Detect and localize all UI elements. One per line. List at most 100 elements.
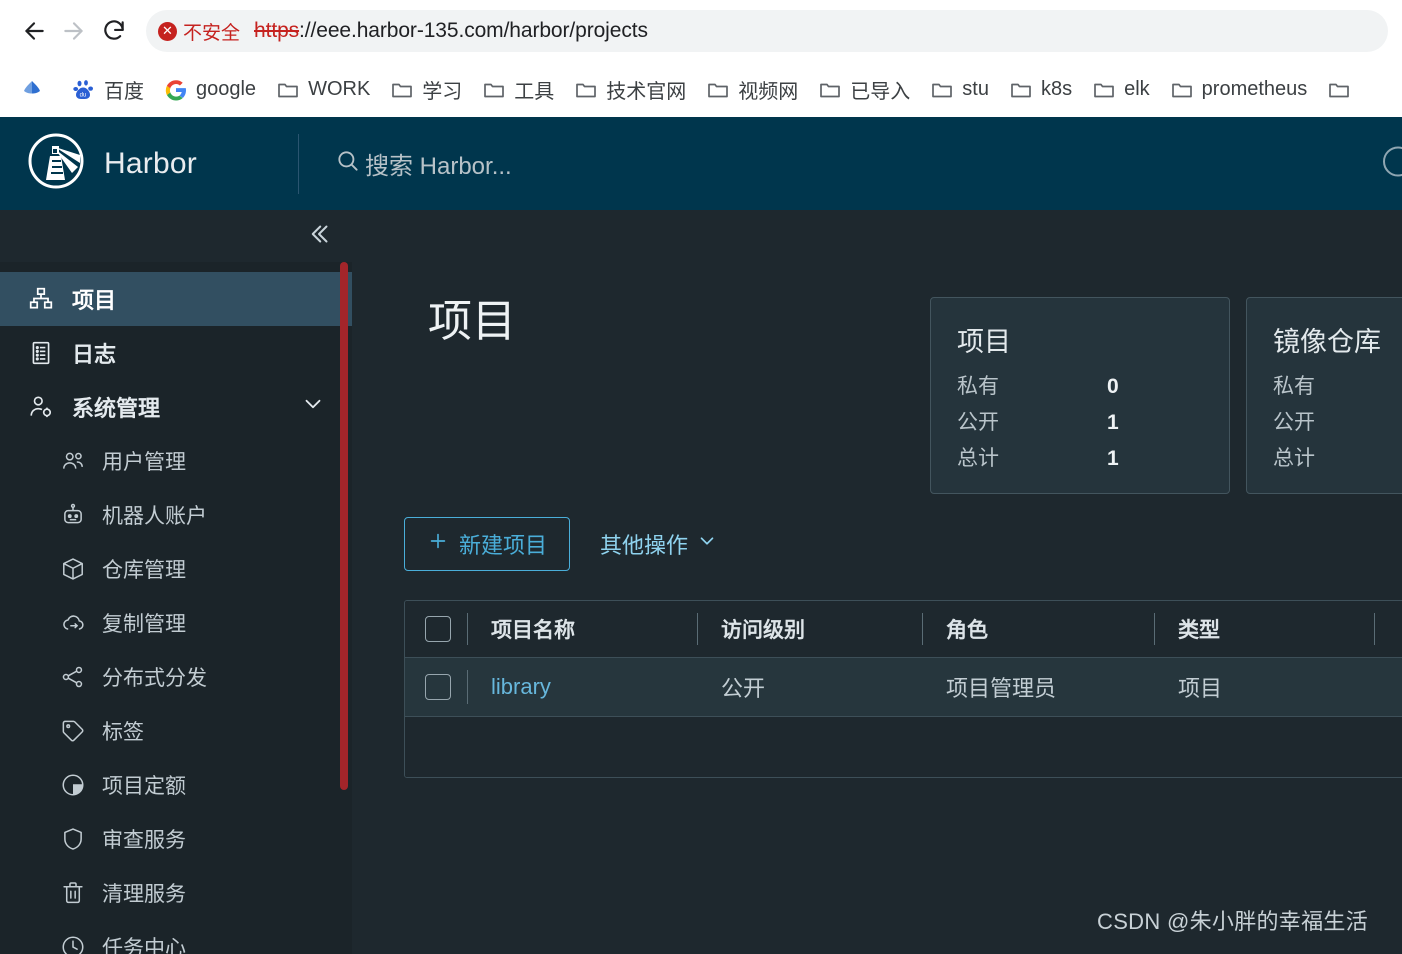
- sidebar-scrollbar[interactable]: [340, 262, 348, 790]
- plus-icon: [427, 530, 449, 558]
- chevron-down-icon: [696, 530, 718, 558]
- bookmark-label: k8s: [1040, 78, 1073, 100]
- sidebar-item-labels[interactable]: 标签: [0, 704, 352, 758]
- sidebar-item-interrogation-services[interactable]: 审查服务: [0, 812, 352, 866]
- bookmark-folder-stu[interactable]: stu: [920, 74, 999, 106]
- card-row: 总计: [1273, 441, 1402, 477]
- other-actions-button[interactable]: 其他操作: [592, 528, 726, 560]
- bookmark-folder-work[interactable]: WORK: [266, 74, 380, 106]
- sidebar-item-label: 项目: [72, 288, 117, 313]
- card-row-value: 0: [1107, 375, 1119, 398]
- folder-icon: [706, 78, 730, 102]
- summary-card-projects: 项目 私有 0 公开 1 总计 1: [930, 297, 1230, 494]
- trash-icon: [60, 880, 86, 906]
- column-header-type[interactable]: 类型: [1154, 601, 1374, 657]
- sidebar-item-garbage-collection[interactable]: 清理服务: [0, 866, 352, 920]
- cell-type: 项目: [1154, 658, 1374, 716]
- select-all-checkbox[interactable]: [425, 616, 451, 642]
- row-select-cell[interactable]: [405, 658, 467, 716]
- app-header: Harbor 搜索 Harbor...: [0, 117, 1402, 210]
- sidebar-item-logs[interactable]: 日志: [0, 326, 352, 380]
- bookmark-folder-elk[interactable]: elk: [1082, 74, 1160, 106]
- cell-project-name[interactable]: library: [467, 658, 697, 716]
- bookmark-label: 视频网: [738, 81, 799, 103]
- sidebar-item-label: 仓库管理: [102, 559, 186, 582]
- folder-icon: [930, 78, 954, 102]
- search-input[interactable]: 搜索 Harbor...: [335, 146, 512, 181]
- card-row: 公开: [1273, 405, 1402, 441]
- folder-icon: [818, 78, 842, 102]
- search-placeholder: 搜索 Harbor...: [365, 153, 512, 180]
- brand-link[interactable]: Harbor: [0, 133, 298, 194]
- header-divider: [298, 133, 299, 194]
- forward-button[interactable]: [54, 11, 94, 51]
- bookmark-baidu[interactable]: du 百度: [62, 71, 154, 108]
- bookmark-google[interactable]: google: [154, 74, 266, 106]
- main-content: 项目 项目 私有 0 公开 1 总计 1 镜像仓库 私有 公开 总计 新建项目 …: [352, 210, 1402, 954]
- chevron-down-icon[interactable]: [300, 391, 326, 423]
- card-row: 公开 1: [957, 405, 1203, 441]
- column-header-name[interactable]: 项目名称: [467, 601, 697, 657]
- sidebar-item-job-service-dashboard[interactable]: 任务中心: [0, 920, 352, 954]
- projects-icon: [28, 286, 54, 312]
- bookmark-folder-video[interactable]: 视频网: [696, 71, 808, 108]
- address-bar[interactable]: ✕ 不安全 https://eee.harbor-135.com/harbor/…: [146, 10, 1388, 52]
- bookmark-folder-k8s[interactable]: k8s: [999, 74, 1082, 106]
- table-header-row: 项目名称 访问级别 角色 类型: [405, 601, 1402, 658]
- sidebar-item-label: 用户管理: [102, 451, 186, 474]
- bookmark-folder-tech-sites[interactable]: 技术官网: [564, 71, 696, 108]
- bookmark-label: 已导入: [850, 81, 911, 103]
- not-secure-icon: ✕: [158, 21, 177, 41]
- site-security-chip[interactable]: ✕ 不安全: [158, 18, 240, 45]
- bookmark-folder-overflow[interactable]: [1317, 74, 1369, 106]
- sidebar-item-label: 任务中心: [102, 937, 186, 954]
- bookmark-folder-imported[interactable]: 已导入: [808, 71, 920, 108]
- baidu-icon: du: [72, 78, 96, 102]
- bookmark-folder-tools[interactable]: 工具: [472, 71, 564, 108]
- reload-button[interactable]: [94, 11, 134, 51]
- clarity-logo-icon: [20, 78, 44, 102]
- double-chevron-left-icon[interactable]: [304, 219, 334, 254]
- sidebar-item-system-admin[interactable]: 系统管理: [0, 380, 352, 434]
- column-header-role[interactable]: 角色: [922, 601, 1154, 657]
- sidebar-item-projects[interactable]: 项目: [0, 272, 352, 326]
- select-all-cell[interactable]: [405, 601, 467, 657]
- brand-title: Harbor: [104, 146, 197, 180]
- bookmark-label: elk: [1124, 78, 1150, 100]
- new-project-button[interactable]: 新建项目: [404, 517, 571, 571]
- sidebar-item-distributions[interactable]: 分布式分发: [0, 650, 352, 704]
- sidebar-item-user-management[interactable]: 用户管理: [0, 434, 352, 488]
- sidebar-item-registries[interactable]: 仓库管理: [0, 542, 352, 596]
- sidebar-item-label: 机器人账户: [102, 505, 207, 528]
- robot-icon: [60, 502, 86, 528]
- folder-icon: [1092, 78, 1116, 102]
- sidebar: 项目 日志 系统管理 用户管理 机器人账户 仓库管理 复制管理 分布式分发 标签…: [0, 210, 352, 954]
- card-title: 镜像仓库: [1273, 327, 1381, 357]
- project-link[interactable]: library: [491, 674, 551, 700]
- column-header-access[interactable]: 访问级别: [697, 601, 922, 657]
- bookmark-folder-prometheus[interactable]: prometheus: [1160, 74, 1318, 106]
- sidebar-item-project-quotas[interactable]: 项目定额: [0, 758, 352, 812]
- row-checkbox[interactable]: [425, 674, 451, 700]
- back-button[interactable]: [14, 11, 54, 51]
- bookmark-clarity[interactable]: [10, 74, 62, 106]
- folder-icon: [1170, 78, 1194, 102]
- sidebar-item-label: 项目定额: [102, 775, 186, 798]
- help-circle-icon[interactable]: [1378, 141, 1402, 186]
- url-rest: ://eee.harbor-135.com/harbor/projects: [299, 19, 648, 42]
- bookmark-folder-study[interactable]: 学习: [380, 71, 472, 108]
- sidebar-item-label: 系统管理: [72, 396, 161, 421]
- svg-text:du: du: [80, 92, 87, 98]
- access-level-value: 公开: [721, 676, 766, 701]
- table-row[interactable]: library 公开 项目管理员 项目: [405, 658, 1402, 717]
- url-scheme: https: [254, 19, 300, 42]
- search-icon: [335, 148, 361, 179]
- sidebar-item-label: 复制管理: [102, 613, 186, 636]
- role-value: 项目管理员: [946, 676, 1057, 701]
- bookmarks-bar: du 百度 google WORK 学习 工具 技术官网 视频网 已导入 stu…: [0, 62, 1402, 117]
- sidebar-item-robot-accounts[interactable]: 机器人账户: [0, 488, 352, 542]
- card-row: 私有: [1273, 369, 1402, 405]
- sidebar-item-replications[interactable]: 复制管理: [0, 596, 352, 650]
- card-row-label: 总计: [957, 447, 999, 470]
- card-row-value: 1: [1107, 447, 1119, 470]
